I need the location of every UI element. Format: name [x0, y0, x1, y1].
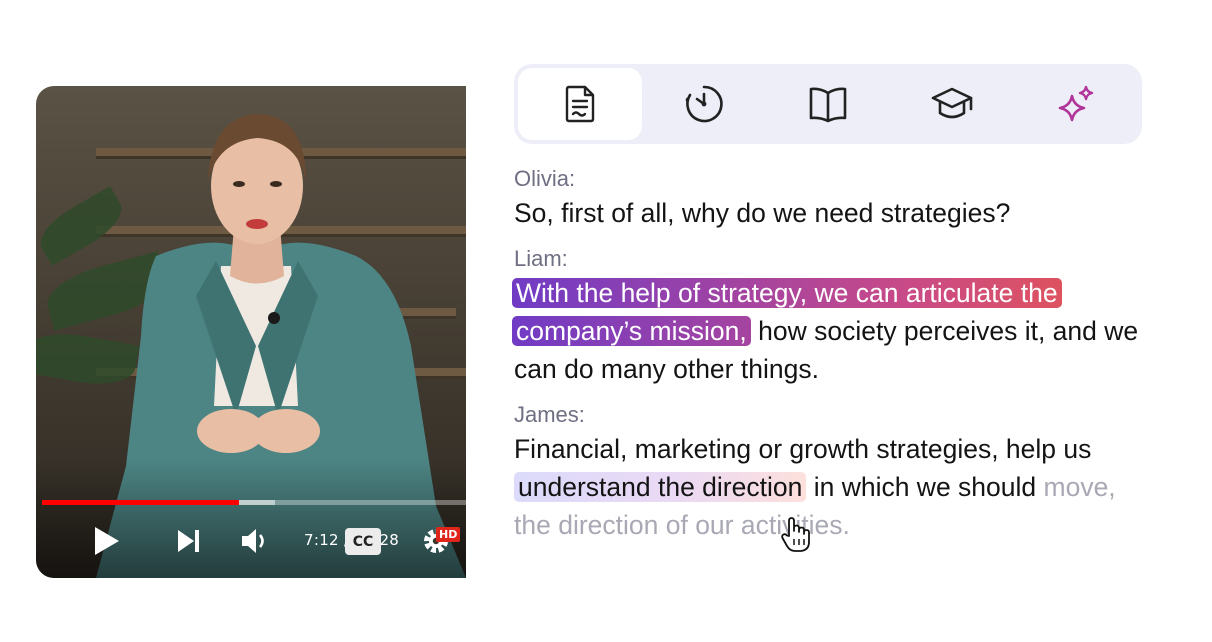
play-button[interactable] [88, 523, 124, 559]
speaker-name: James: [514, 402, 585, 427]
transcript-text[interactable]: Financial, marketing or growth strategie… [514, 430, 1154, 544]
graduation-cap-icon [931, 87, 973, 119]
controls-scrim [36, 458, 466, 578]
hand-cursor-icon [781, 517, 810, 552]
speaker-icon [242, 529, 264, 553]
transcript-text-after: in which we should [806, 472, 1044, 502]
speaker-name: Olivia: [514, 166, 576, 191]
transcript-text-before: Financial, marketing or growth strategie… [514, 434, 1092, 464]
transcript-entry: Olivia: So, first of all, why do we need… [514, 164, 1154, 232]
timer-icon [685, 85, 723, 123]
tab-ai[interactable] [1014, 68, 1138, 140]
hd-badge: HD [436, 527, 461, 542]
sparkles-icon [1058, 85, 1094, 122]
volume-button[interactable] [236, 523, 272, 559]
transcript-text[interactable]: So, first of all, why do we need strateg… [514, 194, 1154, 232]
current-time: 7:12 [304, 531, 339, 549]
tool-tabs [514, 64, 1142, 144]
transcript-entry: Liam: With the help of strategy, we can … [512, 244, 1154, 388]
tab-learning[interactable] [890, 68, 1014, 140]
tab-reading[interactable] [766, 68, 890, 140]
transcript-text[interactable]: With the help of strategy, we can articu… [512, 274, 1154, 388]
transcript-panel: Olivia: So, first of all, why do we need… [512, 164, 1154, 544]
speaker-name: Liam: [514, 246, 568, 271]
open-book-icon [809, 87, 847, 123]
seek-bar-played [42, 500, 240, 505]
play-icon [95, 527, 119, 555]
transcript-entry: James: Financial, marketing or growth st… [514, 400, 1154, 544]
skip-next-icon [178, 530, 199, 552]
video-player[interactable]: 7:12 / 15:28 CC HD [36, 86, 466, 578]
captions-button[interactable]: CC [345, 528, 381, 555]
seek-bar[interactable] [42, 500, 466, 505]
hover-highlight[interactable]: understand the direction [514, 472, 807, 502]
tab-transcript[interactable] [518, 68, 642, 140]
tab-timestamps[interactable] [642, 68, 766, 140]
document-icon [565, 85, 595, 123]
next-button[interactable] [170, 523, 206, 559]
